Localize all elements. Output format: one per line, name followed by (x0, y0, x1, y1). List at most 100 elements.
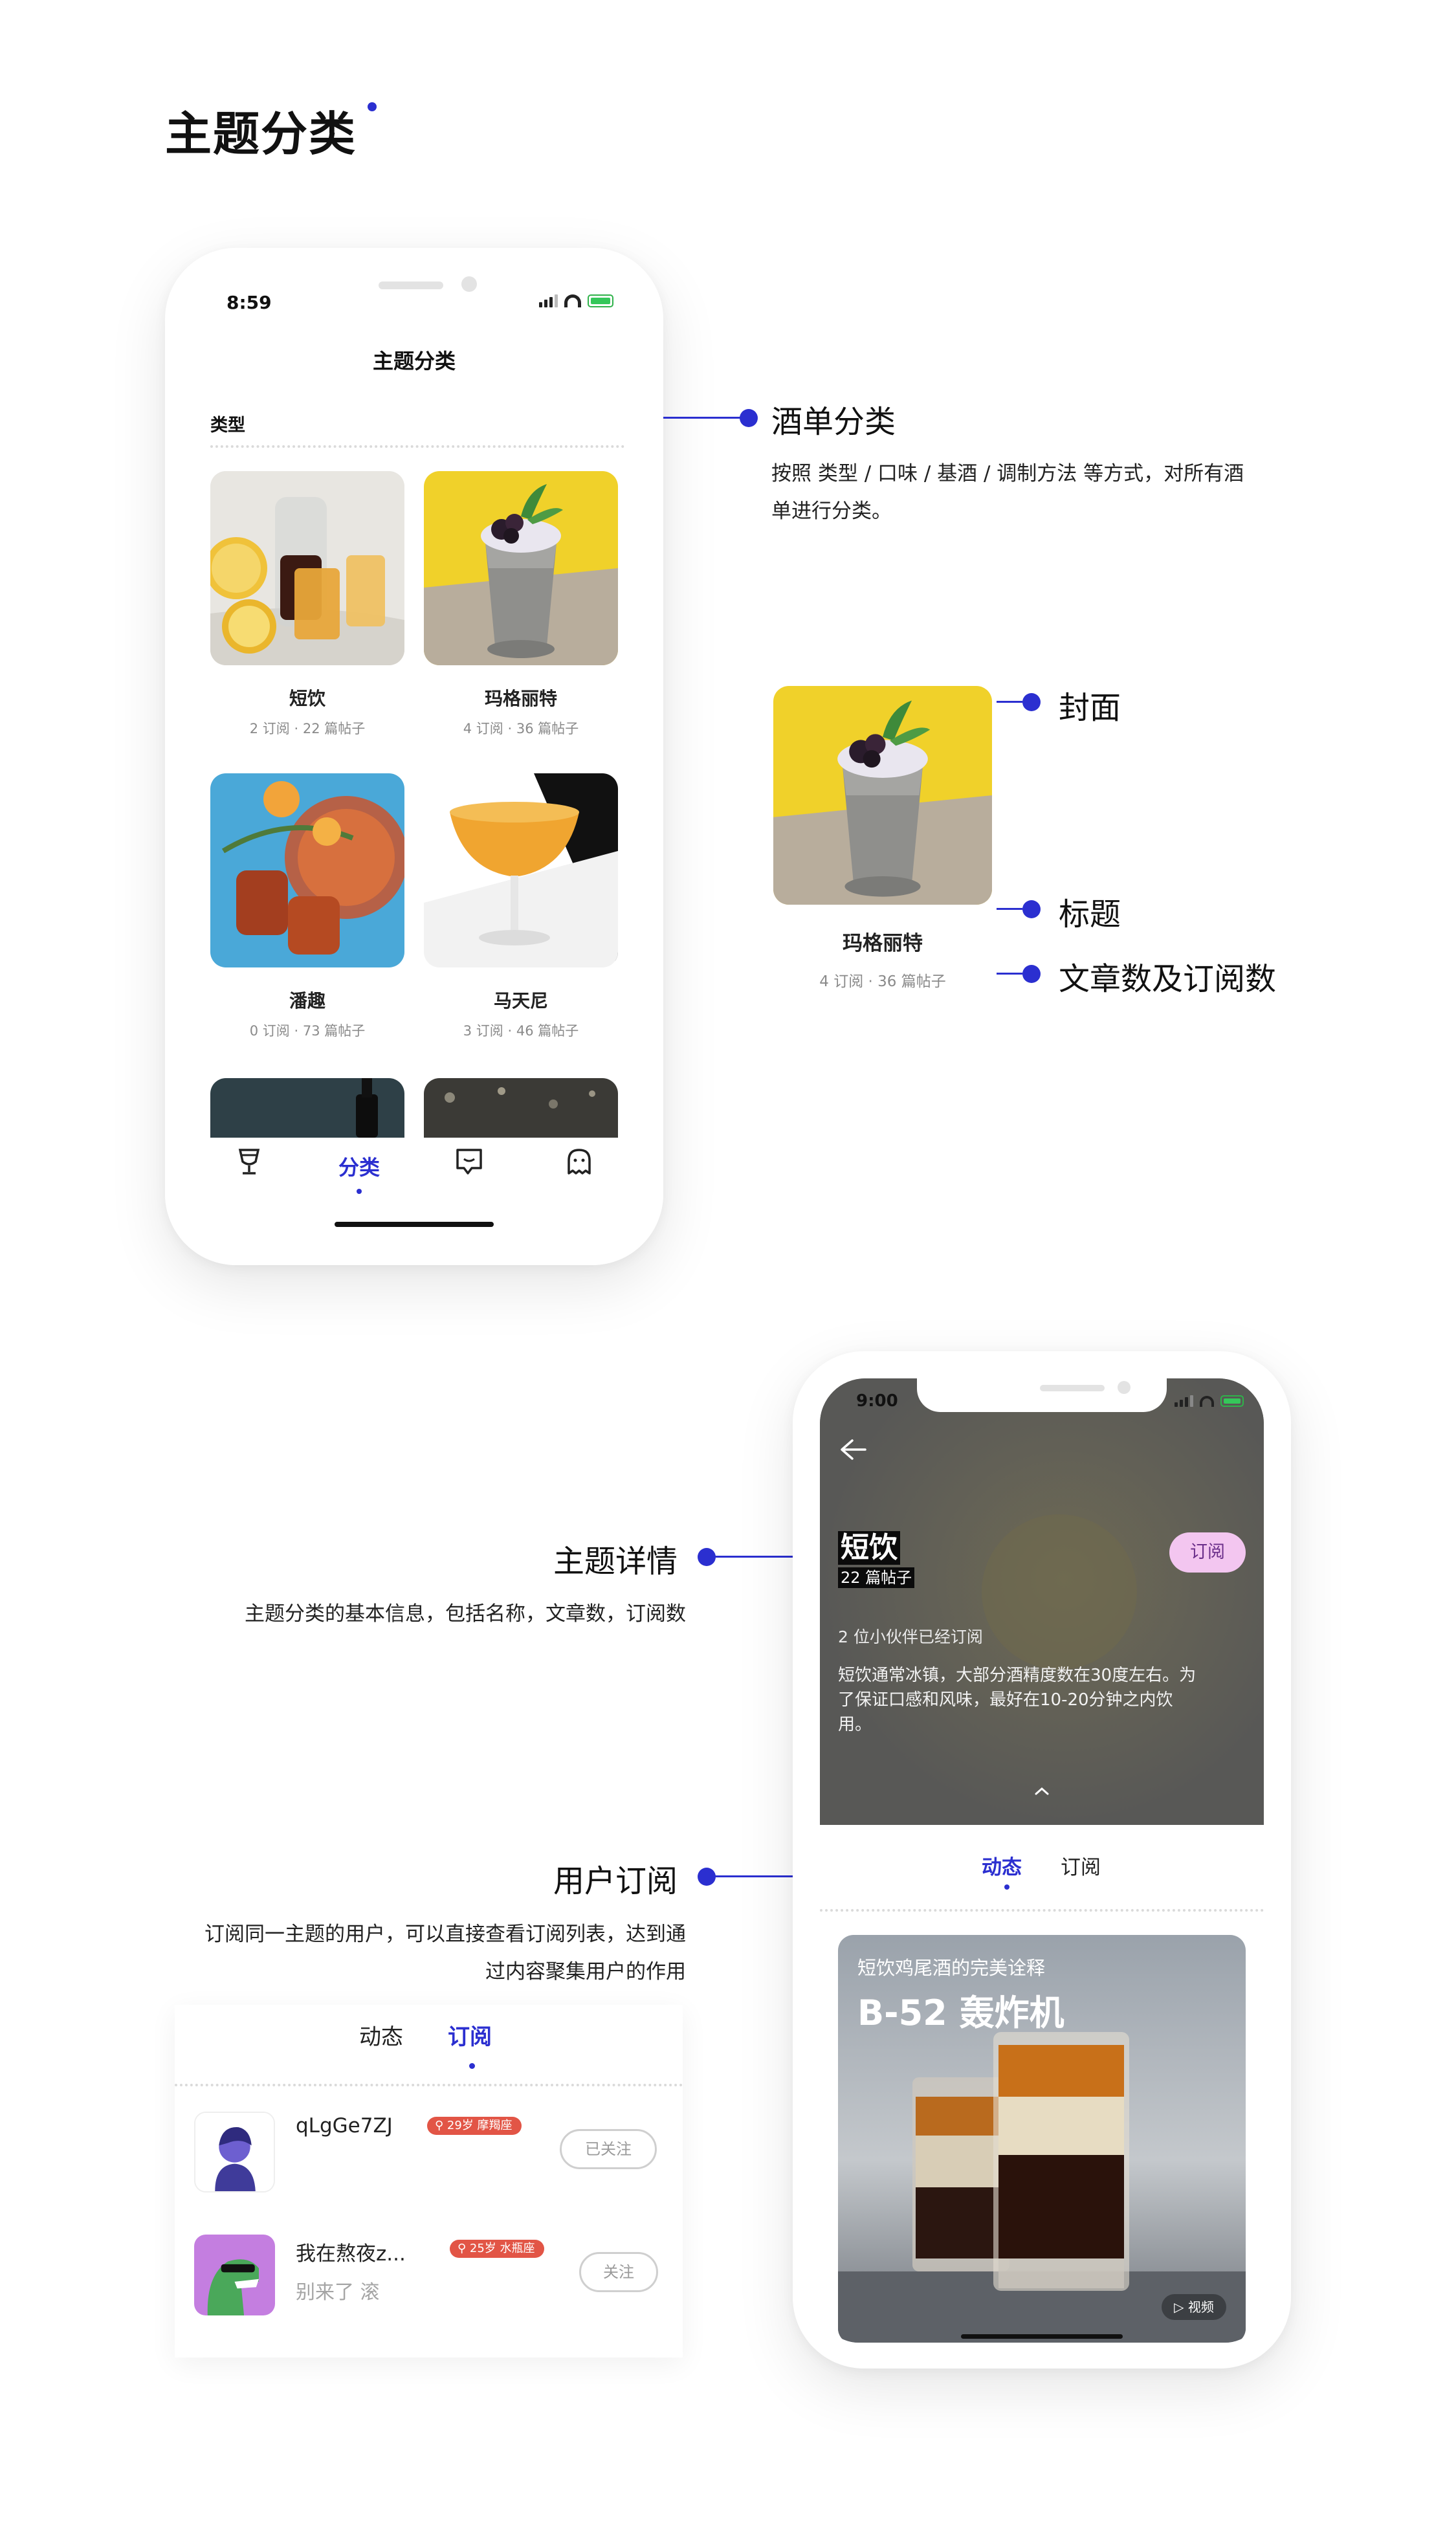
annotation-counts-label: 文章数及订阅数 (1059, 961, 1277, 997)
follow-button[interactable]: 关注 (579, 2252, 658, 2292)
tab-divider (820, 1909, 1264, 1912)
speaker-grill (379, 282, 443, 289)
desc-line: 短饮通常冰镇，大部分酒精度数在30度左右。为 (838, 1666, 1197, 1685)
user-name[interactable]: qLgGe7ZJ (296, 2114, 393, 2137)
martini-glass-image (424, 773, 618, 967)
section-label: 类型 (210, 415, 245, 436)
home-indicator (335, 1222, 494, 1227)
desc-line: 订阅同一主题的用户，可以直接查看订阅列表，达到通 (204, 1923, 686, 1946)
desc-line: 用。 (838, 1715, 872, 1734)
annotation-line (997, 973, 1022, 975)
topic-detail-phone: 9:00 短饮 22 篇帖子 订阅 2 位小伙伴已经订阅 短饮通常冰镇，大部分酒… (793, 1351, 1291, 2369)
citrus-drinks-image (210, 471, 404, 665)
list-item[interactable]: qLgGe7ZJ ⚲ 29岁 摩羯座 已关注 (194, 2112, 667, 2192)
back-arrow-icon[interactable] (838, 1437, 868, 1465)
post-subtitle: 短饮鸡尾酒的完美诠释 (857, 1957, 1046, 1979)
tab-subscribe[interactable]: 订阅 (1061, 1851, 1101, 1880)
user-tag: ⚲ 29岁 摩羯座 (427, 2117, 522, 2135)
title-accent-dot (368, 102, 377, 111)
signal-icon (1175, 1395, 1193, 1407)
tab-subscribe[interactable]: 订阅 (448, 2019, 492, 2051)
tab-category[interactable]: 分类 (320, 1151, 398, 1194)
tab-discover[interactable] (210, 1147, 288, 1181)
topic-post-count: 22 篇帖子 (838, 1567, 915, 1588)
card-meta: 4 订阅 · 36 篇帖子 (463, 721, 579, 736)
active-tab-dot (469, 2063, 475, 2069)
video-badge: ▷ 视频 (1162, 2294, 1226, 2320)
active-tab-dot (357, 1189, 362, 1194)
annotation-subscribe-title: 用户订阅 (553, 1863, 678, 1899)
user-bio: 别来了 滚 (296, 2281, 380, 2304)
subscribe-button[interactable]: 订阅 (1169, 1532, 1246, 1573)
berry-cup-image (424, 471, 618, 665)
desc-line: 单进行分类。 (771, 500, 892, 523)
tab-category-label: 分类 (338, 1155, 380, 1180)
ghost-icon (568, 1149, 591, 1175)
wifi-icon (564, 294, 581, 307)
wifi-icon (1200, 1396, 1214, 1407)
annotation-line (997, 701, 1022, 703)
annotation-cover-label: 封面 (1059, 690, 1121, 726)
annotation-topic-detail-title: 主题详情 (553, 1543, 678, 1580)
category-card-short-drinks[interactable]: 短饮 2 订阅 · 22 篇帖子 (210, 471, 404, 738)
topic-description: 短饮通常冰镇，大部分酒精度数在30度左右。为 了保证口感和风味，最好在10-20… (838, 1663, 1239, 1737)
annotation-dot (740, 409, 758, 427)
tab-messages[interactable] (430, 1147, 508, 1181)
status-icons (539, 293, 613, 307)
user-tag-text: 25岁 水瓶座 (469, 2242, 535, 2255)
collapse-chevron-icon[interactable] (1033, 1786, 1050, 1799)
category-phone: 8:59 主题分类 类型 短饮 2 订阅 · 22 篇帖子 玛格丽特 4 订阅 … (165, 248, 663, 1265)
sample-card-meta: 4 订阅 · 36 篇帖子 (819, 973, 946, 990)
active-tab-dot (1004, 1884, 1009, 1890)
annotation-topic-detail-desc: 主题分类的基本信息，包括名称，文章数，订阅数 (245, 1602, 686, 1626)
signal-icon (539, 294, 558, 307)
card-title: 短饮 (289, 688, 325, 709)
feed-post-card[interactable]: 短饮鸡尾酒的完美诠释 B-52 轰炸机 ▷ 视频 (838, 1935, 1246, 2343)
user-tag: ⚲ 25岁 水瓶座 (450, 2240, 544, 2258)
following-button[interactable]: 已关注 (560, 2129, 657, 2169)
annotation-title-label: 标题 (1059, 896, 1121, 933)
tab-feed[interactable]: 动态 (982, 1851, 1022, 1880)
annotation-menu-category-desc: 按照 类型 / 口味 / 基酒 / 调制方法 等方式，对所有酒 单进行分类。 (771, 455, 1334, 530)
annotation-dot (1022, 965, 1041, 983)
user-name[interactable]: 我在熬夜z... (296, 2237, 406, 2266)
annotation-line (709, 1556, 793, 1558)
annotation-menu-category-title: 酒单分类 (771, 404, 896, 440)
avatar[interactable] (194, 2235, 275, 2315)
annotation-line (663, 417, 744, 419)
card-title: 马天尼 (493, 990, 548, 1011)
status-icons (1175, 1393, 1244, 1407)
annotation-dot (1022, 693, 1041, 711)
screen-title: 主题分类 (372, 349, 456, 373)
punch-bowl-image (210, 773, 404, 967)
front-camera (1118, 1381, 1131, 1394)
page-title: 主题分类 (165, 107, 357, 161)
desc-line: 按照 类型 / 口味 / 基酒 / 调制方法 等方式，对所有酒 (771, 462, 1244, 485)
category-card-partial[interactable] (210, 1078, 404, 1138)
battery-icon (1220, 1395, 1244, 1407)
card-title: 潘趣 (289, 990, 325, 1011)
tab-divider (175, 2084, 683, 2086)
category-card-partial[interactable] (424, 1078, 618, 1138)
category-card-margarita[interactable]: 玛格丽特 4 订阅 · 36 篇帖子 (424, 471, 618, 738)
chat-icon (456, 1149, 482, 1175)
status-time: 9:00 (856, 1391, 898, 1411)
status-time: 8:59 (226, 292, 272, 313)
tab-feed[interactable]: 动态 (359, 2019, 403, 2051)
post-headline: B-52 轰炸机 (857, 1993, 1064, 2033)
front-camera (461, 276, 477, 292)
avatar[interactable] (194, 2112, 275, 2192)
category-card-punch[interactable]: 潘趣 0 订阅 · 73 篇帖子 (210, 773, 404, 1040)
subscriber-count: 2 位小伙伴已经订阅 (838, 1628, 983, 1646)
glass-icon (238, 1149, 260, 1175)
category-card-martini[interactable]: 马天尼 3 订阅 · 46 篇帖子 (424, 773, 618, 1040)
home-indicator (961, 2334, 1123, 2339)
desc-line: 过内容聚集用户的作用 (485, 1960, 686, 1983)
annotation-line (709, 1875, 793, 1877)
card-title: 玛格丽特 (484, 688, 557, 709)
sample-card-title: 玛格丽特 (843, 932, 923, 955)
section-divider (210, 445, 624, 448)
list-item[interactable]: 我在熬夜z... ⚲ 25岁 水瓶座 别来了 滚 关注 (194, 2235, 667, 2315)
tab-profile[interactable] (540, 1147, 618, 1181)
battery-icon (588, 294, 613, 307)
